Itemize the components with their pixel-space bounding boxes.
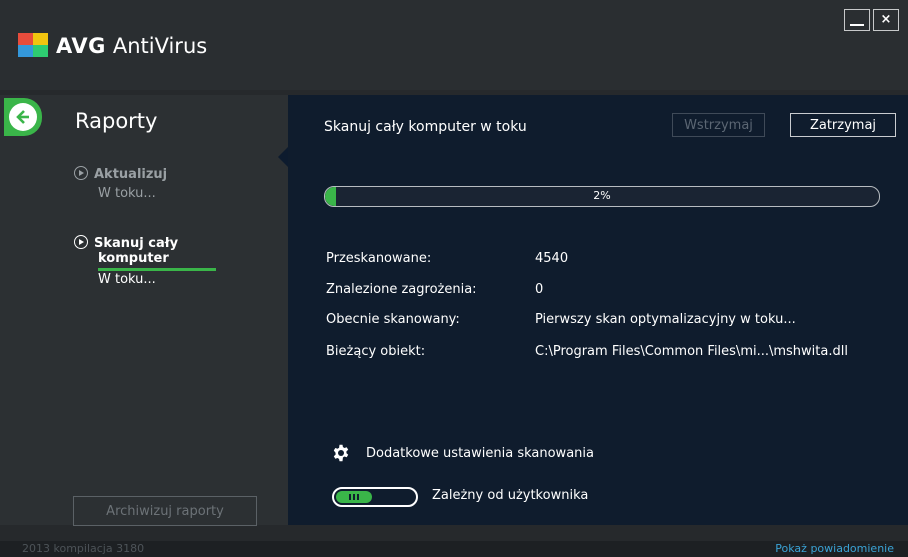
stat-label: Bieżący obiekt: [326,344,426,359]
additional-scan-settings-link[interactable]: Dodatkowe ustawienia skanowania [366,446,594,461]
build-info: 2013 kompilacja 3180 [22,542,145,555]
titlebar: AVG AntiVirus × [0,0,908,90]
sidebar-item-status: W toku... [98,272,156,287]
gear-icon[interactable] [332,444,350,462]
stat-label: Przeskanowane: [326,251,432,266]
pause-button[interactable]: Wstrzymaj [672,113,765,137]
sidebar-item-label: Aktualizuj [94,167,168,182]
stop-button[interactable]: Zatrzymaj [790,113,896,137]
play-circle-icon [74,235,88,249]
sidebar: Raporty Aktualizuj W toku... Skanuj cały… [0,95,288,526]
scan-panel: Skanuj cały komputer w toku Wstrzymaj Za… [288,95,908,525]
sidebar-item-label: Skanuj cały [94,236,179,251]
avg-logo-icon [18,33,50,59]
archive-reports-button[interactable]: Archiwizuj raporty [73,496,257,526]
logo-brand: AVG [56,34,106,58]
stat-value: 0 [535,282,544,297]
footer: 2013 kompilacja 3180 Pokaż powiadomienie [0,541,908,557]
stat-value: 4540 [535,251,569,266]
scan-progress-bar: 2% [324,186,880,207]
logo-product: AntiVirus [112,34,208,58]
sidebar-item-full-scan[interactable]: Skanuj cały komputer W toku... [74,235,216,287]
minimize-icon[interactable] [844,9,870,31]
selection-pointer [278,147,288,167]
back-button[interactable] [4,98,42,136]
scan-title: Skanuj cały komputer w toku [324,119,527,135]
stat-label: Znalezione zagrożenia: [326,282,477,297]
toggle-label: Zależny od użytkownika [432,488,589,503]
user-dependent-toggle[interactable] [332,487,418,507]
sidebar-item-update[interactable]: Aktualizuj W toku... [74,166,167,201]
stat-value: Pierwszy skan optymalizacyjny w toku... [535,312,796,327]
sidebar-title: Raporty [75,109,158,133]
progress-label: 2% [593,189,611,202]
sidebar-item-status: W toku... [98,186,156,201]
avg-window: AVG AntiVirus × Raporty Aktualizuj W tok… [0,0,908,557]
stat-value: C:\Program Files\Common Files\mi...\mshw… [535,344,848,359]
sidebar-item-label-2: komputer [98,251,169,266]
show-notification-link[interactable]: Pokaż powiadomienie [775,542,894,555]
toggle-knob [336,491,372,503]
close-icon[interactable]: × [873,9,899,31]
avg-logo: AVG AntiVirus [18,33,207,59]
stat-label: Obecnie skanowany: [326,312,460,327]
back-arrow-icon [9,103,37,131]
play-circle-icon [74,166,88,180]
active-indicator [98,268,216,271]
